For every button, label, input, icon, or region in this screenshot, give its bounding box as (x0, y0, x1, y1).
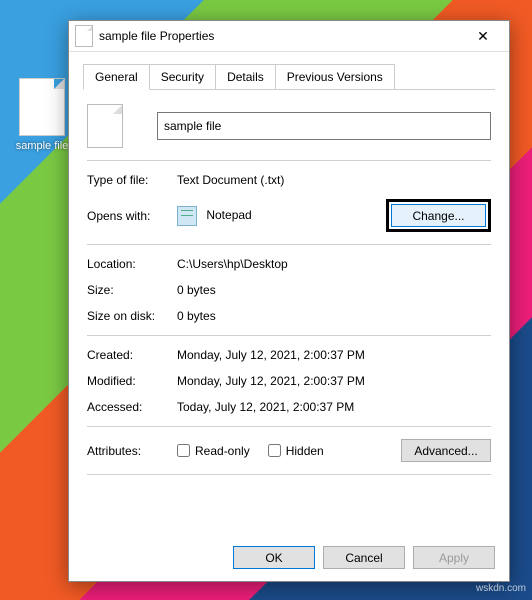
tab-details[interactable]: Details (215, 64, 276, 89)
cancel-button[interactable]: Cancel (323, 546, 405, 569)
tab-previous-versions[interactable]: Previous Versions (275, 64, 395, 89)
hidden-checkbox[interactable]: Hidden (268, 444, 324, 458)
readonly-label: Read-only (195, 444, 250, 458)
type-value: Text Document (.txt) (177, 173, 491, 187)
modified-label: Modified: (87, 374, 177, 388)
divider (87, 426, 491, 427)
desktop-background: sample file sample file Properties ✕ Gen… (0, 0, 532, 600)
opens-with-label: Opens with: (87, 209, 177, 223)
change-button[interactable]: Change... (391, 204, 486, 227)
notepad-icon (177, 206, 197, 226)
type-label: Type of file: (87, 173, 177, 187)
filename-input[interactable] (157, 112, 491, 140)
titlebar-file-icon (75, 25, 93, 47)
accessed-value: Today, July 12, 2021, 2:00:37 PM (177, 400, 491, 414)
attributes-label: Attributes: (87, 444, 177, 458)
location-label: Location: (87, 257, 177, 271)
created-value: Monday, July 12, 2021, 2:00:37 PM (177, 348, 491, 362)
accessed-label: Accessed: (87, 400, 177, 414)
size-on-disk-value: 0 bytes (177, 309, 491, 323)
divider (87, 160, 491, 161)
annotation-highlight: Change... (386, 199, 491, 232)
window-title: sample file Properties (99, 29, 463, 43)
file-preview-icon (87, 104, 123, 148)
size-on-disk-label: Size on disk: (87, 309, 177, 323)
hidden-box[interactable] (268, 444, 281, 457)
tab-general[interactable]: General (83, 64, 150, 90)
tab-strip: General Security Details Previous Versio… (83, 64, 495, 90)
readonly-checkbox[interactable]: Read-only (177, 444, 250, 458)
divider (87, 335, 491, 336)
size-value: 0 bytes (177, 283, 491, 297)
opens-with-app: Notepad (206, 208, 251, 222)
close-button[interactable]: ✕ (463, 22, 503, 50)
readonly-box[interactable] (177, 444, 190, 457)
size-label: Size: (87, 283, 177, 297)
file-icon (19, 78, 65, 136)
desktop-file-label: sample file (12, 140, 72, 152)
watermark: wskdn.com (476, 583, 526, 594)
divider (87, 244, 491, 245)
advanced-button[interactable]: Advanced... (401, 439, 491, 462)
dialog-button-bar: OK Cancel Apply (233, 546, 495, 569)
tab-security[interactable]: Security (149, 64, 216, 89)
location-value: C:\Users\hp\Desktop (177, 257, 491, 271)
modified-value: Monday, July 12, 2021, 2:00:37 PM (177, 374, 491, 388)
hidden-label: Hidden (286, 444, 324, 458)
apply-button[interactable]: Apply (413, 546, 495, 569)
general-page: Type of file: Text Document (.txt) Opens… (69, 90, 509, 491)
properties-dialog: sample file Properties ✕ General Securit… (68, 20, 510, 582)
created-label: Created: (87, 348, 177, 362)
ok-button[interactable]: OK (233, 546, 315, 569)
divider (87, 474, 491, 475)
desktop-file-icon[interactable]: sample file (12, 78, 72, 152)
opens-with-value: Notepad (177, 206, 386, 226)
titlebar: sample file Properties ✕ (69, 21, 509, 52)
